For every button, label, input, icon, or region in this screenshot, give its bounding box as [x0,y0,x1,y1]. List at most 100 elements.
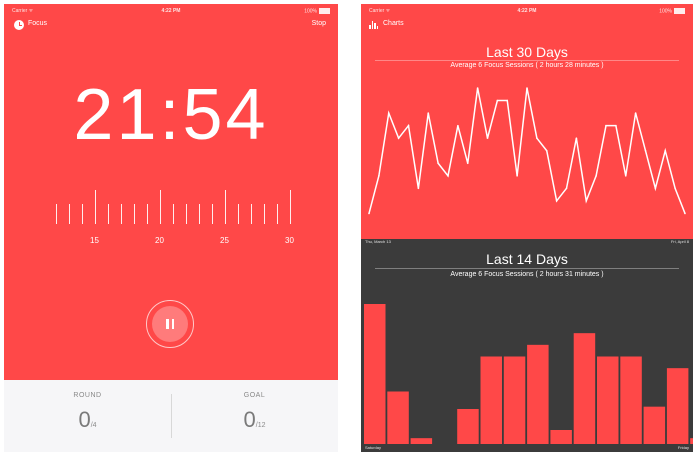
chart30-series-line [368,87,686,214]
chart14-bar [387,391,409,444]
battery-label: 100% [659,8,672,15]
chart30-point [605,124,607,127]
chart14-bar [457,409,479,444]
chart30-point [368,212,370,215]
chart30-point [417,187,420,190]
chart30-point [457,124,459,127]
time-ruler[interactable]: 15 20 25 30 [4,184,338,254]
goal-stat: GOAL 0/12 [171,380,338,433]
chart30-point [407,124,410,127]
chart14-bar [597,356,619,444]
bar-chart-icon[interactable] [369,21,379,29]
ruler-tick [121,204,122,224]
ruler-tick [186,204,187,224]
chart30-point [585,200,588,202]
chart30-point [664,149,667,152]
chart30-point [427,112,430,114]
chart14-end-label: Friday [677,445,689,450]
round-value: 0 [78,407,91,432]
chart30-point [496,99,499,102]
chart30-point [506,99,509,102]
focus-screen: Carrier ᯤ 4:22 PM 100% Focus Stop 21:54 … [4,4,338,452]
ruler-tick [290,190,291,224]
ruler-tick [147,204,148,224]
ruler-tick [264,204,265,224]
chart30-point [447,175,449,177]
chart14-bars [364,304,693,444]
chart30-point [615,124,617,127]
round-total: /4 [90,422,97,429]
chart30-start-label: Thu, March 13 [365,239,391,244]
ruler-label: 25 [220,236,229,245]
chart30-title: Last 30 Days [486,44,568,60]
ruler-tick [82,204,83,224]
chart14-bar [550,430,572,444]
chart14-title: Last 14 Days [486,251,568,267]
chart14-bar [643,406,666,444]
ruler-tick [251,204,252,224]
chart14-bar [666,368,689,444]
ruler-tick [173,204,174,224]
round-label: ROUND [73,392,102,399]
nav-title[interactable]: Charts [383,20,404,27]
battery-icon [319,8,330,14]
chart30-point [397,137,400,139]
ruler-tick [160,190,161,224]
chart30-point [486,137,489,139]
chart30-point [555,200,558,202]
chart30-point [536,137,538,139]
chart14-bar [573,333,596,444]
chart14-bar [503,356,526,444]
goal-value: 0 [243,407,256,432]
battery-indicator: 100% [659,8,685,14]
chart30-point [654,187,657,190]
chart30-point [516,175,518,177]
ruler-label: 20 [155,236,164,245]
battery-indicator: 100% [304,8,330,14]
chart30-point [624,175,627,177]
chart30-point [378,175,380,177]
pause-button[interactable] [146,300,194,348]
chart30-point [595,175,597,177]
clock-icon[interactable] [14,20,24,30]
ruler-tick [212,204,213,224]
goal-total: /12 [255,422,266,429]
chart30-point [437,162,439,165]
ruler-label: 30 [285,236,294,245]
chart30-subtitle: Average 6 Focus Sessions ( 2 hours 28 mi… [450,62,604,69]
chart30-point [684,212,686,215]
stop-button[interactable]: Stop [312,20,326,27]
chart30-end-label: Fri, April 8 [670,239,689,244]
chart14-bar [480,356,502,444]
chart14-bar [410,438,433,444]
chart14-bar [527,344,549,444]
chart30-point [526,87,528,89]
status-bar: Carrier ᯤ 4:22 PM 100% [4,4,338,18]
status-time: 4:22 PM [161,8,181,14]
ruler-tick [238,204,239,224]
chart14-start-label: Saturday [365,445,382,450]
status-time: 4:22 PM [517,8,537,14]
chart30-point [674,187,676,190]
chart30-point [466,162,469,165]
chart14-bar [364,304,386,444]
ruler-tick [56,204,57,224]
goal-label: GOAL [243,392,266,399]
chart30-point [575,137,578,139]
ruler-tick [134,204,135,224]
ruler-tick [95,190,96,224]
battery-label: 100% [304,8,317,15]
ruler-tick [225,190,226,224]
ruler-tick [108,204,109,224]
round-stat: ROUND 0/4 [4,380,171,433]
divider [375,268,679,269]
nav-title[interactable]: Focus [28,20,47,27]
ruler-tick [277,204,278,224]
chart30-point [545,149,548,152]
battery-icon [674,8,685,14]
status-bar: Carrier ᯤ 4:22 PM 100% [361,4,693,18]
chart14-bar [690,438,693,444]
chart30-point [634,112,637,114]
chart14-bar [620,356,642,444]
divider [375,60,679,61]
